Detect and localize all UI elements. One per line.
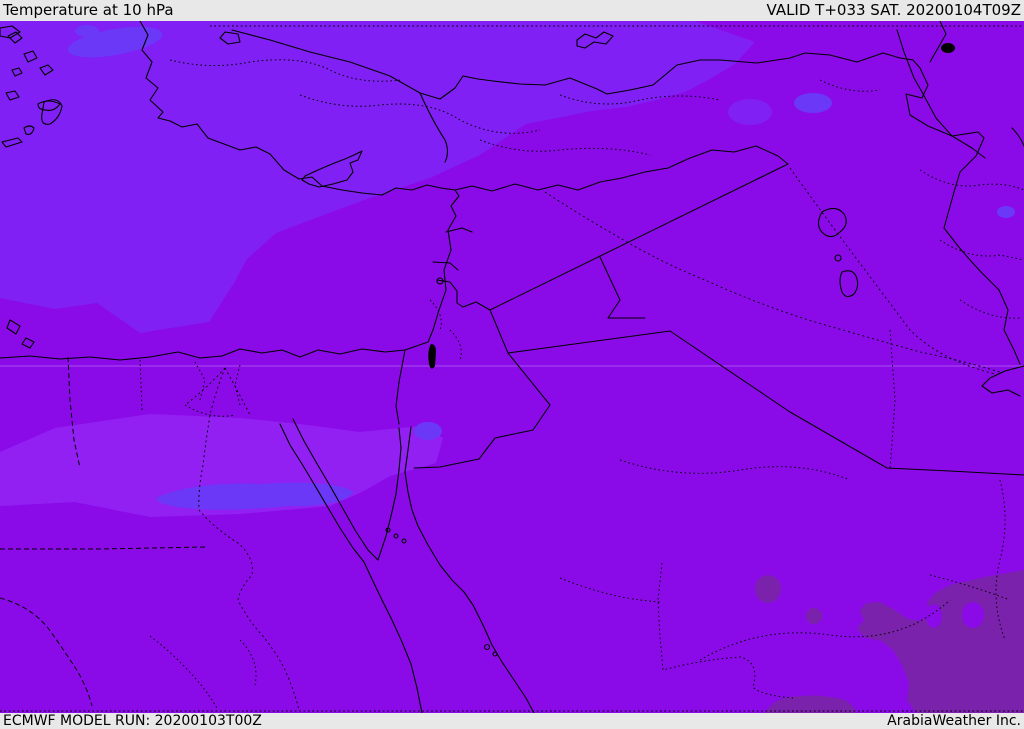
map-title: Temperature at 10 hPa xyxy=(3,1,174,19)
shade-blob-east xyxy=(794,93,832,113)
model-run-label: ECMWF MODEL RUN: 20200103T00Z xyxy=(3,713,262,729)
weather-map xyxy=(0,21,1024,713)
brand-label: ArabiaWeather Inc. xyxy=(887,713,1021,729)
dead-sea xyxy=(428,344,436,369)
shade-blob-small xyxy=(75,25,99,37)
header-bar: Temperature at 10 hPa VALID T+033 SAT. 2… xyxy=(0,0,1024,21)
valid-time-label: VALID T+033 SAT. 20200104T09Z xyxy=(766,1,1021,19)
map-area xyxy=(0,21,1024,713)
temperature-shading xyxy=(0,21,1024,713)
shade-blob-sinai xyxy=(414,422,442,440)
shade-dark-blob-2 xyxy=(806,608,822,624)
shade-dark-blob-1 xyxy=(755,575,781,603)
shade-dark-hole-2 xyxy=(962,602,984,628)
lake-sevan xyxy=(941,43,955,53)
footer-bar: ECMWF MODEL RUN: 20200103T00Z ArabiaWeat… xyxy=(0,713,1024,729)
shade-light-patch xyxy=(728,99,772,125)
shade-blob-iran xyxy=(997,206,1015,218)
shade-dark-hole-1 xyxy=(926,604,942,628)
